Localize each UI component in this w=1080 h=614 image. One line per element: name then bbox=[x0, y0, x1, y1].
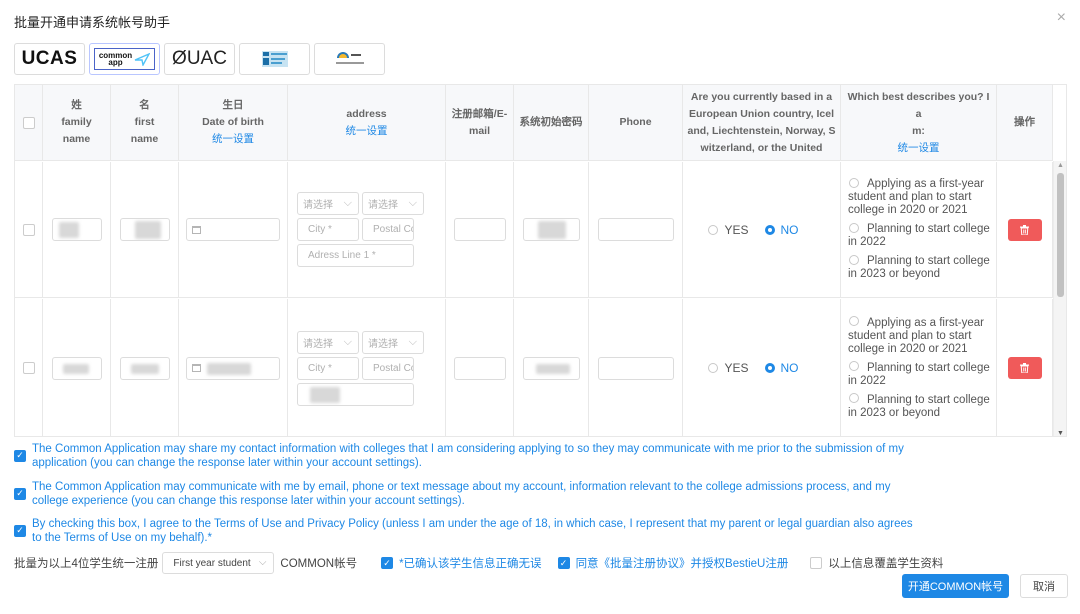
header-dob: 生日 Date of birth 统一设置 bbox=[179, 85, 288, 160]
ouac-logo: ØUAC bbox=[172, 48, 227, 69]
table-header: 姓 family name 名 first name 生日 Date of bi… bbox=[15, 85, 1053, 161]
header-eu-question: Are you currently based in a European Un… bbox=[683, 85, 841, 160]
header-describes: Which best describes you? I a m: 统一设置 bbox=[841, 85, 997, 160]
eu-yes-radio[interactable] bbox=[708, 363, 719, 373]
email-input[interactable] bbox=[453, 356, 506, 380]
describes-option[interactable]: Planning to start college in 2023 or bey… bbox=[848, 393, 990, 420]
header-address: address 统一设置 bbox=[288, 85, 446, 160]
scrollbar-thumb[interactable] bbox=[1057, 173, 1064, 297]
tab-ucas[interactable]: UCAS bbox=[14, 43, 85, 75]
common-app-logo: common app bbox=[93, 48, 156, 70]
table-row: 请选择⌵ 请选择⌵ City * Postal Code YES NO bbox=[15, 299, 1053, 436]
overwrite-info-checkbox[interactable] bbox=[810, 557, 823, 569]
header-password: 系统初始密码 bbox=[514, 85, 589, 160]
state-select[interactable]: 请选择 ⌵ bbox=[362, 330, 424, 354]
password-input[interactable] bbox=[522, 218, 580, 241]
delete-row-button[interactable] bbox=[1007, 357, 1042, 379]
header-action: 操作 bbox=[997, 85, 1053, 160]
describes-option[interactable]: Applying as a first-year student and pla… bbox=[848, 316, 990, 356]
open-common-account-button[interactable]: 开通COMMON帐号 bbox=[902, 574, 1009, 598]
consent-checkbox[interactable]: ✓ bbox=[14, 525, 26, 537]
consent-checkbox[interactable]: ✓ bbox=[14, 450, 26, 462]
address-line-input[interactable]: Adress Line 1 * bbox=[297, 244, 414, 267]
calendar-icon bbox=[192, 364, 201, 372]
dob-input[interactable] bbox=[186, 356, 280, 380]
trash-icon bbox=[1020, 224, 1029, 235]
describes-option[interactable]: Planning to start college in 2022 bbox=[848, 222, 990, 249]
email-input[interactable] bbox=[453, 218, 506, 241]
eu-radio-group: YES NO bbox=[708, 223, 814, 237]
cancel-button[interactable]: 取消 bbox=[1020, 574, 1068, 598]
tab-platform-5[interactable] bbox=[314, 43, 385, 75]
eu-no-radio[interactable] bbox=[764, 363, 775, 373]
describes-option[interactable]: Planning to start college in 2023 or bey… bbox=[848, 254, 990, 281]
select-all-cell bbox=[15, 85, 43, 160]
header-phone: Phone bbox=[589, 85, 683, 160]
first-name-input[interactable] bbox=[119, 218, 170, 241]
postal-code-input[interactable]: Postal Code bbox=[362, 356, 414, 380]
row-checkbox[interactable] bbox=[22, 223, 35, 236]
first-name-input[interactable] bbox=[119, 356, 170, 380]
scroll-up-arrow-icon[interactable]: ▲ bbox=[1057, 162, 1064, 169]
family-name-input[interactable] bbox=[51, 356, 102, 380]
student-type-select[interactable]: First year student ⌵ bbox=[162, 552, 275, 574]
chevron-down-icon: ⌵ bbox=[258, 557, 267, 568]
row-checkbox[interactable] bbox=[22, 362, 35, 374]
tab-common-app[interactable]: common app bbox=[89, 43, 160, 75]
delete-row-button[interactable] bbox=[1007, 218, 1042, 241]
describes-option[interactable]: Planning to start college in 2022 bbox=[848, 361, 990, 388]
eu-radio-group: YES NO bbox=[708, 361, 814, 375]
calendar-icon bbox=[192, 225, 201, 234]
address-unified-set-link[interactable]: 统一设置 bbox=[346, 123, 388, 140]
bulk-register-bar: 批量为以上4位学生统一注册 First year student ⌵ COMMON… bbox=[14, 552, 943, 574]
trash-icon bbox=[1020, 363, 1029, 373]
phone-input[interactable] bbox=[597, 218, 674, 241]
scroll-down-arrow-icon[interactable]: ▼ bbox=[1057, 430, 1064, 436]
ucas-logo: UCAS bbox=[21, 48, 78, 69]
consent-terms: ✓ By checking this box, I agree to the T… bbox=[14, 518, 914, 545]
tab-ouac[interactable]: ØUAC bbox=[164, 43, 235, 75]
table-row: 请选择⌵ 请选择⌵ City * Postal Code Adress Line… bbox=[15, 162, 1053, 298]
consent-communicate: ✓ The Common Application may communicate… bbox=[14, 481, 914, 508]
country-select[interactable]: 请选择 ⌵ bbox=[297, 192, 359, 215]
describes-option[interactable]: Applying as a first-year student and pla… bbox=[848, 177, 990, 217]
eu-yes-radio[interactable] bbox=[708, 224, 719, 235]
platform-5-logo bbox=[335, 52, 364, 64]
header-first-name: 名 first name bbox=[111, 85, 179, 160]
select-all-checkbox[interactable] bbox=[22, 116, 35, 129]
header-email: 注册邮箱/E- mail bbox=[446, 85, 514, 160]
describes-unified-set-link[interactable]: 统一设置 bbox=[898, 140, 940, 157]
dialog-title: 批量开通申请系统帐号助手 bbox=[14, 15, 171, 30]
close-icon[interactable]: × bbox=[1057, 10, 1066, 26]
agree-protocol-checkbox[interactable]: ✓ bbox=[557, 557, 570, 569]
header-last-name: 姓 family name bbox=[43, 85, 111, 160]
applicants-table: 姓 family name 名 first name 生日 Date of bi… bbox=[14, 84, 1067, 437]
consent-checkbox[interactable]: ✓ bbox=[14, 488, 26, 500]
consent-share-contact: ✓ The Common Application may share my co… bbox=[14, 443, 914, 470]
phone-input[interactable] bbox=[597, 356, 674, 380]
address-line-input[interactable] bbox=[297, 382, 414, 406]
table-scrollbar[interactable]: ▲ ▼ bbox=[1053, 161, 1066, 436]
platform-4-logo bbox=[261, 51, 288, 67]
confirm-info-checkbox[interactable]: ✓ bbox=[381, 557, 394, 569]
state-select[interactable]: 请选择 ⌵ bbox=[362, 192, 424, 215]
describes-radio-group: Applying as a first-year student and pla… bbox=[841, 314, 996, 423]
city-input[interactable]: City * bbox=[297, 356, 359, 380]
describes-radio-group: Applying as a first-year student and pla… bbox=[841, 175, 996, 284]
password-input[interactable] bbox=[522, 356, 580, 380]
postal-code-input[interactable]: Postal Code bbox=[362, 218, 414, 241]
family-name-input[interactable] bbox=[51, 218, 102, 241]
platform-tabs: UCAS common app ØUAC bbox=[14, 43, 385, 75]
tab-platform-4[interactable] bbox=[239, 43, 310, 75]
city-input[interactable]: City * bbox=[297, 218, 359, 241]
dob-input[interactable] bbox=[186, 218, 280, 241]
eu-no-radio[interactable] bbox=[764, 224, 775, 235]
dob-unified-set-link[interactable]: 统一设置 bbox=[212, 131, 254, 148]
country-select[interactable]: 请选择 ⌵ bbox=[297, 330, 359, 354]
